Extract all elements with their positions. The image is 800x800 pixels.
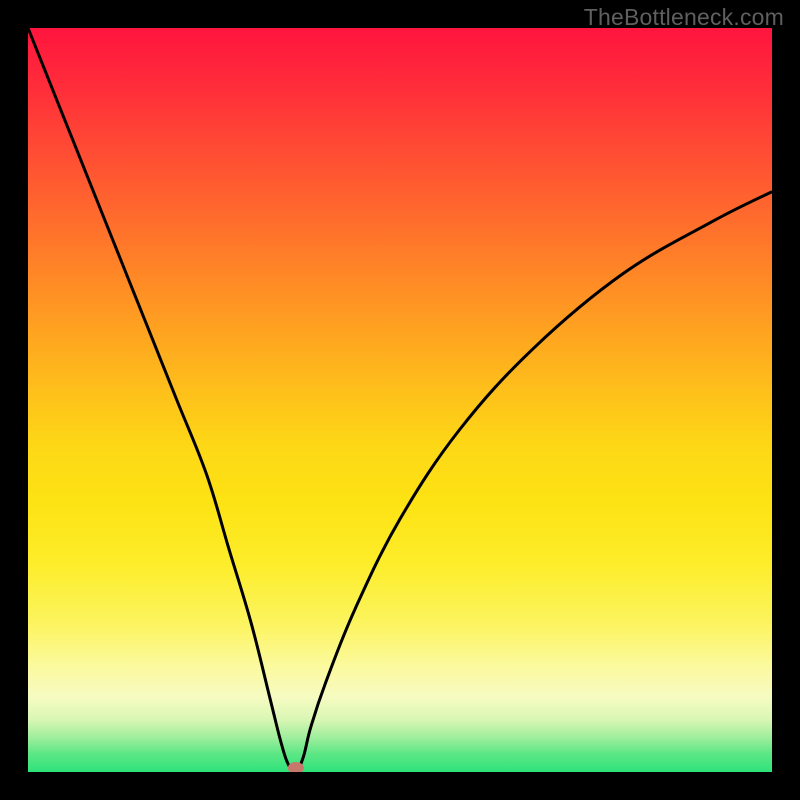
- bottleneck-chart: [28, 28, 772, 772]
- gradient-background: [28, 28, 772, 772]
- chart-frame: TheBottleneck.com: [0, 0, 800, 800]
- plot-area: [28, 28, 772, 772]
- watermark-text: TheBottleneck.com: [584, 4, 784, 31]
